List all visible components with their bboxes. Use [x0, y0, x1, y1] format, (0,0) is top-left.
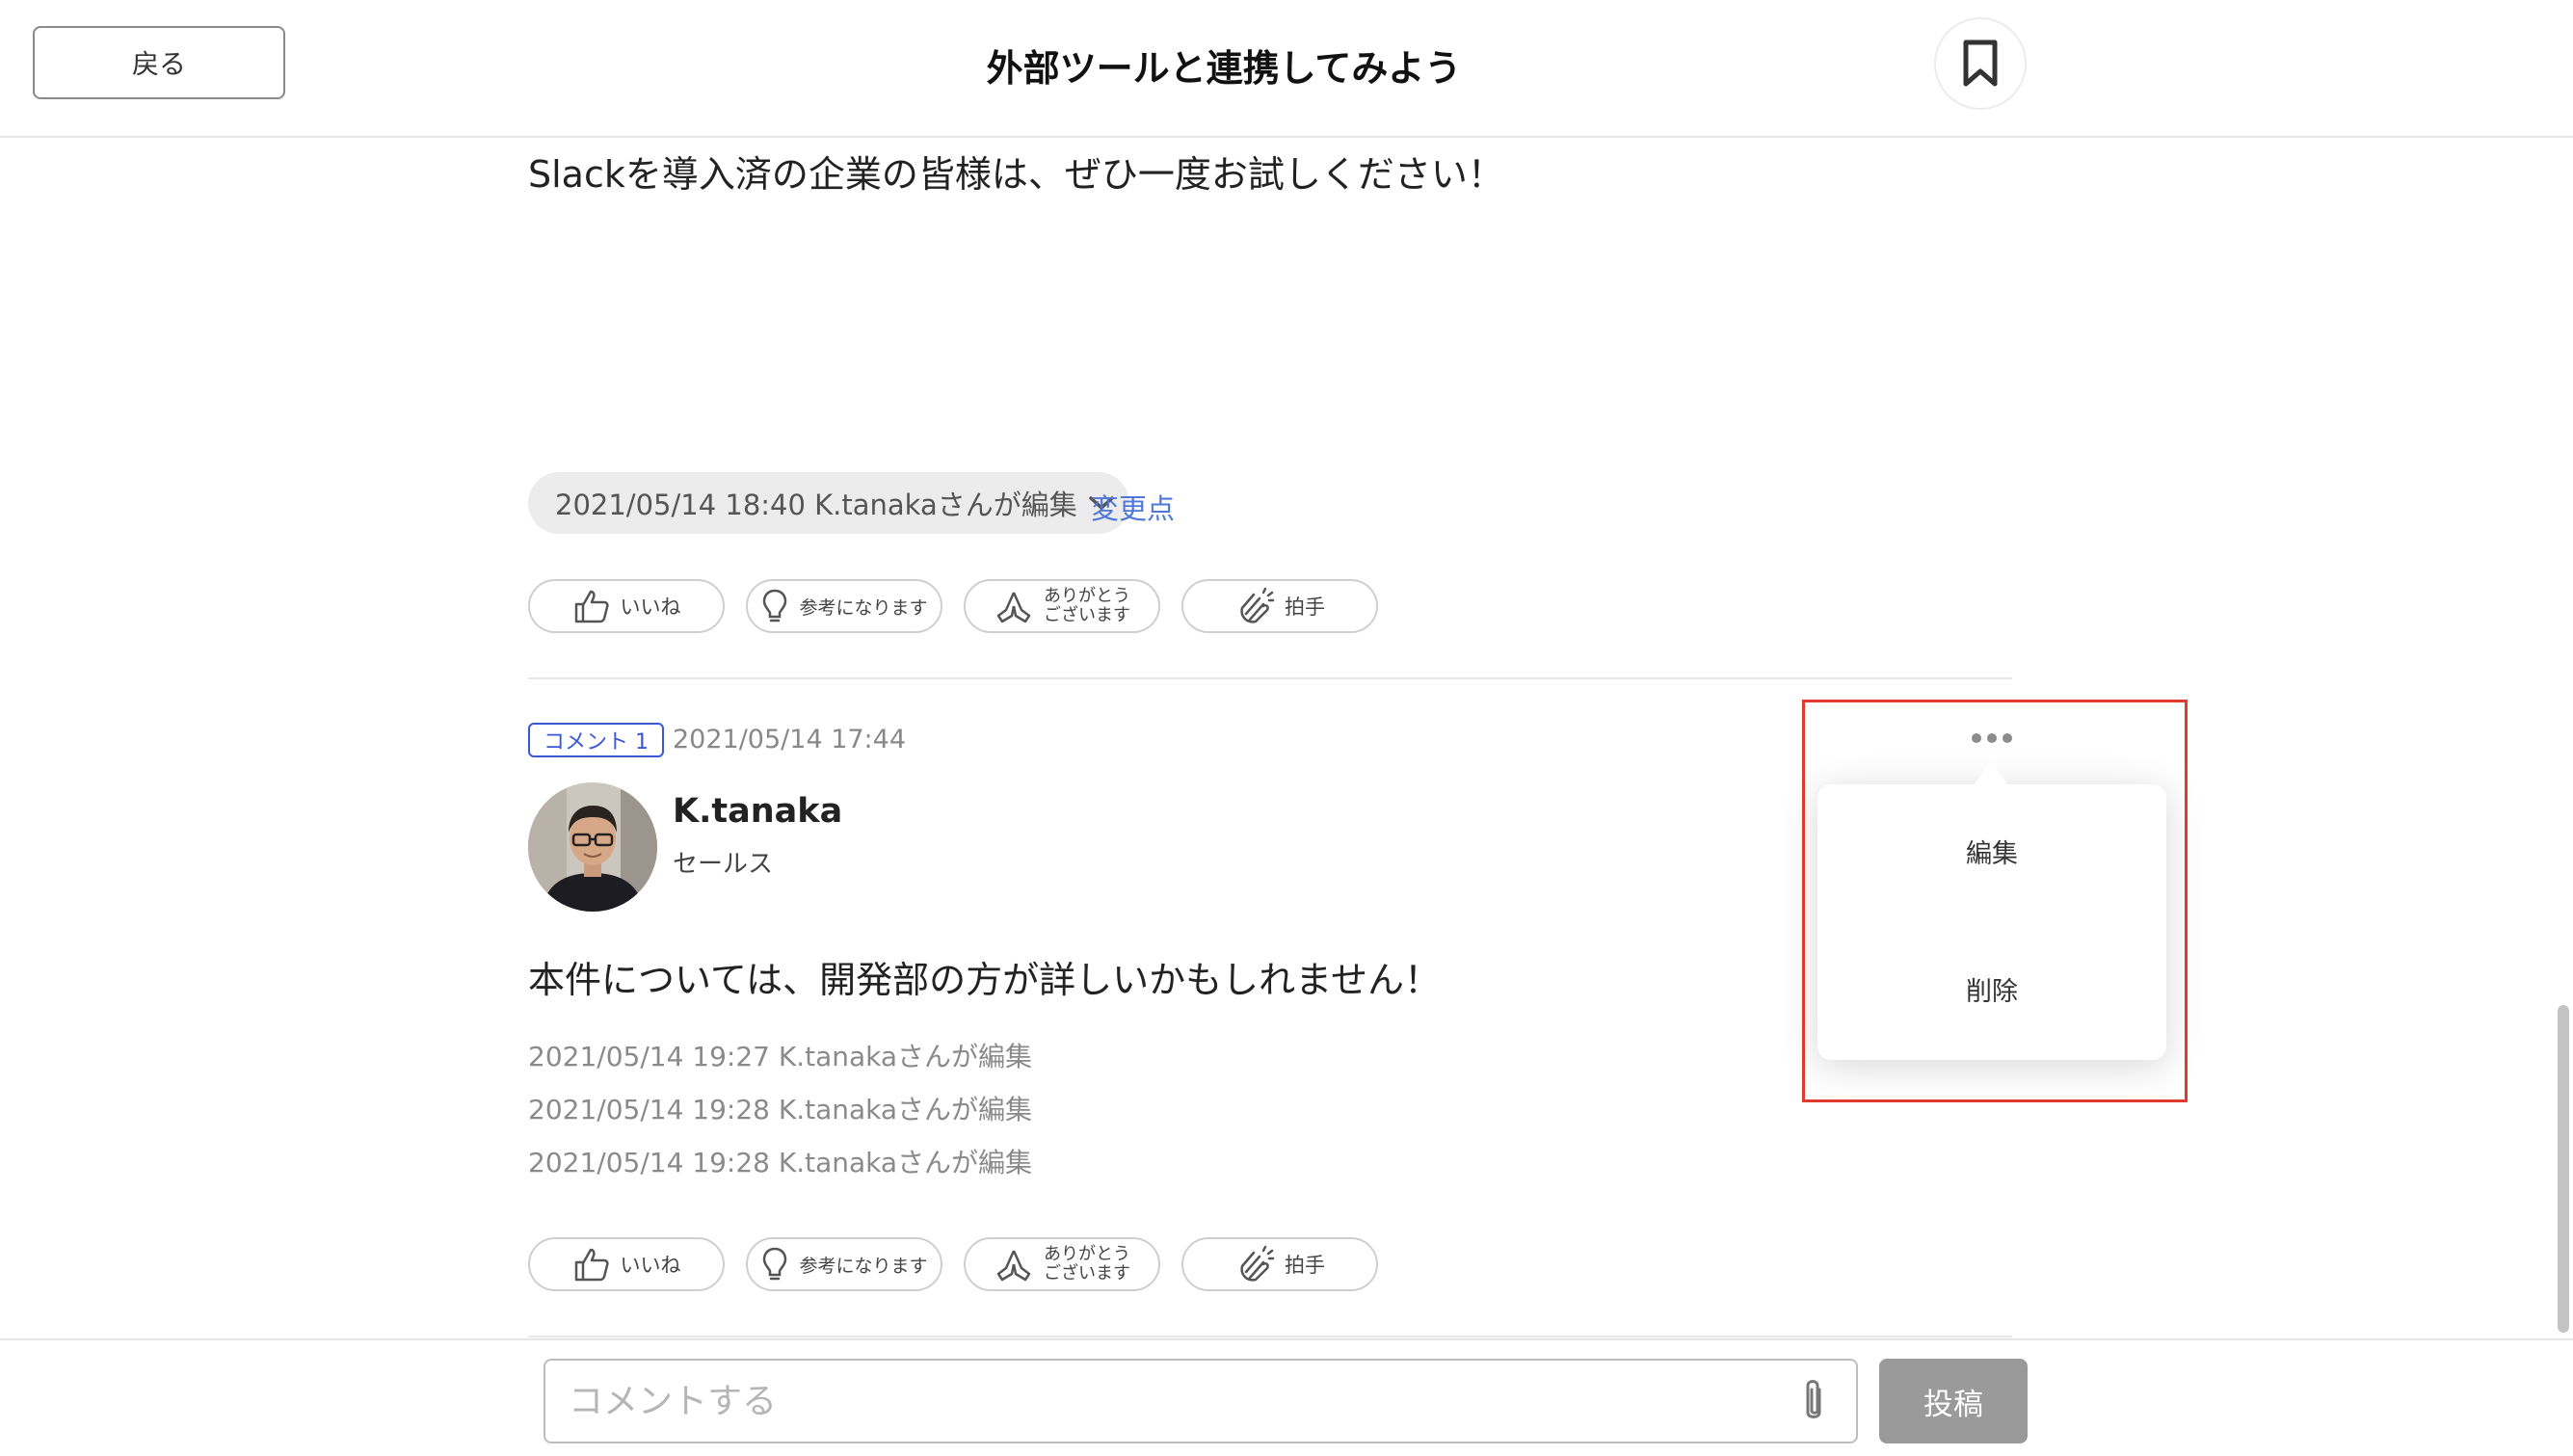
post-comment-button[interactable]: 投稿: [1879, 1359, 2028, 1443]
top-bar: 戻る 外部ツールと連携してみよう: [0, 0, 2573, 138]
edit-log-entry: 2021/05/14 19:28 K.tanakaさんが編集: [528, 1094, 1033, 1125]
thumbs-up-icon: [574, 1248, 609, 1282]
lightbulb-icon: [763, 1247, 787, 1281]
clap-reaction-button[interactable]: 拍手: [1181, 1237, 1378, 1291]
post-text: Slackを導入済の企業の皆様は、ぜひ一度お試しください！: [528, 153, 1504, 196]
like-reaction-button[interactable]: いいね: [528, 1237, 725, 1291]
paperclip-icon[interactable]: [1794, 1376, 1833, 1426]
edit-log-entry: 2021/05/14 19:28 K.tanakaさんが編集: [528, 1147, 1033, 1178]
bookmark-button[interactable]: [1934, 17, 2027, 110]
more-dots-icon: [1972, 733, 1981, 743]
comment-text: 本件については、開発部の方が詳しいかもしれません！: [528, 959, 1441, 1001]
edit-history-dropdown[interactable]: 2021/05/14 18:40 K.tanakaさんが編集: [528, 472, 1129, 534]
post-reactions: いいね 参考になります ありがとう ございます 拍手: [528, 579, 1378, 633]
section-divider: [528, 1336, 2012, 1337]
page-title: 外部ツールと連携してみよう: [986, 47, 1462, 90]
author-name[interactable]: K.tanaka: [673, 792, 842, 831]
comment-number-badge: コメント 1: [528, 723, 664, 757]
thanks-reaction-button[interactable]: ありがとう ございます: [964, 1237, 1160, 1291]
more-options-button[interactable]: [1966, 725, 2018, 752]
edit-history-label: 2021/05/14 18:40 K.tanakaさんが編集: [555, 489, 1077, 521]
clap-reaction-button[interactable]: 拍手: [1181, 579, 1378, 633]
avatar[interactable]: [528, 782, 657, 912]
clapping-hands-icon: [1240, 1245, 1275, 1282]
thanks-reaction-button[interactable]: ありがとう ございます: [964, 579, 1160, 633]
edit-log-entry: 2021/05/14 19:27 K.tanakaさんが編集: [528, 1041, 1033, 1072]
helpful-reaction-button[interactable]: 参考になります: [746, 1237, 942, 1291]
lightbulb-icon: [763, 589, 787, 622]
praying-hands-icon: [996, 592, 1031, 623]
praying-hands-icon: [996, 1250, 1031, 1282]
comment-context-menu: 編集 削除: [1817, 784, 2166, 1060]
comment-timestamp: 2021/05/14 17:44: [673, 725, 907, 754]
comment-reactions: いいね 参考になります ありがとう ございます 拍手: [528, 1237, 1378, 1291]
menu-item-delete[interactable]: 削除: [1817, 970, 2166, 1008]
bookmark-icon: [1963, 40, 1998, 87]
menu-caret: [1974, 760, 2008, 785]
changes-link[interactable]: 変更点: [1091, 487, 1175, 527]
like-reaction-button[interactable]: いいね: [528, 579, 725, 633]
menu-item-edit[interactable]: 編集: [1817, 833, 2166, 870]
author-role: セールス: [673, 850, 774, 879]
section-divider: [528, 677, 2012, 679]
helpful-reaction-button[interactable]: 参考になります: [746, 579, 942, 633]
thumbs-up-icon: [574, 590, 609, 623]
scrollbar-thumb[interactable]: [2558, 1005, 2569, 1333]
comment-input[interactable]: [544, 1359, 1858, 1443]
clapping-hands-icon: [1240, 587, 1275, 623]
